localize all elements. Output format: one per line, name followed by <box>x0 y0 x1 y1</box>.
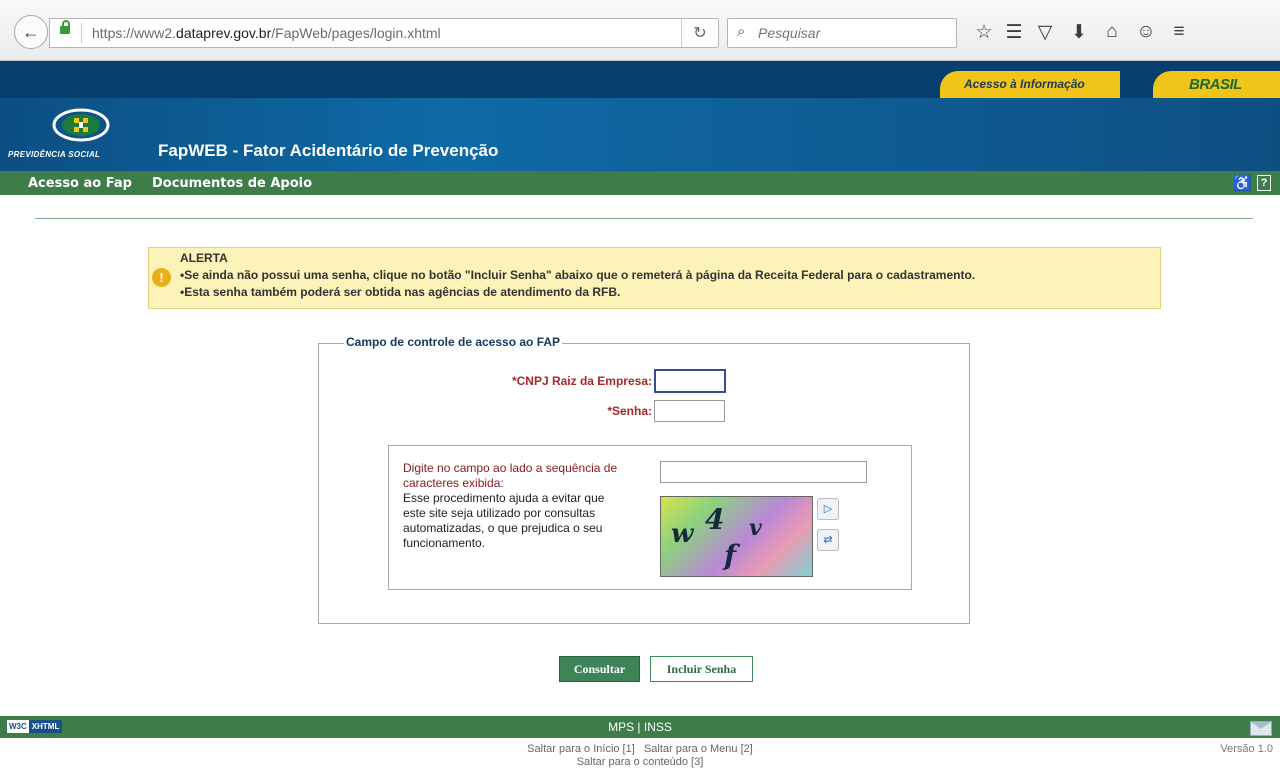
previdencia-logo-icon <box>52 108 110 142</box>
app-title: FapWEB - Fator Acidentário de Prevenção <box>158 141 499 160</box>
captcha-instruction: Digite no campo ao lado a sequência de c… <box>403 461 618 490</box>
fieldset-legend: Campo de controle de acesso ao FAP <box>344 335 563 349</box>
reload-button[interactable]: ↻ <box>681 19 718 47</box>
captcha-char-2: 4 <box>705 503 725 536</box>
address-bar[interactable]: https://www2.dataprev.gov.br/FapWeb/page… <box>49 18 719 48</box>
menu-item-acesso-fap[interactable]: Acesso ao Fap <box>28 176 132 191</box>
skip-to-menu-link[interactable]: Saltar para o Menu [2] <box>644 743 753 755</box>
captcha-char-3: f <box>724 539 737 572</box>
cnpj-label: *CNPJ Raiz da Empresa: <box>511 374 652 388</box>
divider <box>35 218 1253 219</box>
consultar-button[interactable]: Consultar <box>559 656 640 682</box>
url-path: /FapWeb/pages/login.xhtml <box>271 25 441 41</box>
url-prefix: https://www2. <box>92 25 177 41</box>
refresh-icon: ⇄ <box>823 534 833 546</box>
browser-toolbar: ← https://www2.dataprev.gov.br/FapWeb/pa… <box>0 0 1280 61</box>
accessibility-icon[interactable]: ♿ <box>1233 174 1252 192</box>
brasil-link[interactable]: BRASIL <box>1153 71 1280 98</box>
browser-search-box[interactable]: ⌕ <box>727 18 957 48</box>
alert-title: ALERTA <box>180 251 228 265</box>
footer-mps-inss: MPS | INSS <box>608 720 672 734</box>
captcha-char-4: v <box>749 515 762 541</box>
alert-line-1: •Se ainda não possui uma senha, clique n… <box>180 268 976 282</box>
home-icon[interactable]: ⌂ <box>1099 20 1125 44</box>
captcha-image: w 4 f v <box>660 496 813 577</box>
captcha-explanation: Esse procedimento ajuda a evitar que est… <box>403 491 605 550</box>
footer-bar: W3C XHTML MPS | INSS <box>0 716 1280 738</box>
url-text[interactable]: https://www2.dataprev.gov.br/FapWeb/page… <box>92 25 441 41</box>
search-icon: ⌕ <box>737 23 746 40</box>
logo-text: PREVIDÊNCIA SOCIAL <box>8 150 101 159</box>
browser-search-input[interactable] <box>756 23 950 43</box>
warning-icon: ! <box>152 268 171 287</box>
senha-label: *Senha: <box>607 404 652 418</box>
reload-icon: ↻ <box>693 25 707 42</box>
captcha-refresh-button[interactable]: ⇄ <box>817 529 839 551</box>
lock-icon <box>60 20 70 34</box>
incluir-senha-button[interactable]: Incluir Senha <box>650 656 753 682</box>
reading-list-icon[interactable]: ☰ <box>1001 20 1027 44</box>
alert-box: ! ALERTA •Se ainda não possui uma senha,… <box>148 247 1161 309</box>
url-domain: dataprev.gov.br <box>176 25 272 41</box>
senha-input[interactable] <box>654 400 725 422</box>
skip-links: Saltar para o Início [1] Saltar para o M… <box>0 743 1280 769</box>
menu-item-documentos-apoio[interactable]: Documentos de Apoio <box>152 176 312 191</box>
speaker-icon: ▷ <box>823 503 833 515</box>
hamburger-menu-icon[interactable]: ≡ <box>1166 20 1192 44</box>
acesso-informacao-link[interactable]: Acesso à Informação <box>940 71 1120 98</box>
alert-line-2: •Esta senha também poderá ser obtida nas… <box>180 285 621 299</box>
captcha-char-1: w <box>671 519 694 549</box>
main-menu: Acesso ao Fap Documentos de Apoio ♿ ? <box>0 171 1280 195</box>
pocket-icon[interactable]: ▽ <box>1032 20 1058 44</box>
arrow-left-icon: ← <box>22 21 40 42</box>
chat-icon[interactable]: ☺ <box>1133 20 1159 44</box>
skip-to-start-link[interactable]: Saltar para o Início [1] <box>527 743 635 755</box>
version-label: Versão 1.0 <box>1220 743 1273 755</box>
cnpj-input[interactable] <box>654 369 726 393</box>
brasil-label: BRASIL <box>1189 76 1242 93</box>
mail-icon[interactable] <box>1250 721 1272 736</box>
bookmark-star-icon[interactable]: ☆ <box>971 20 997 44</box>
skip-to-content-link[interactable]: Saltar para o conteúdo [3] <box>577 756 704 768</box>
captcha-input[interactable] <box>660 461 867 483</box>
captcha-text: Digite no campo ao lado a sequência de c… <box>403 461 643 551</box>
acesso-informacao-label: Acesso à Informação <box>964 77 1085 91</box>
back-button[interactable]: ← <box>14 15 48 49</box>
captcha-audio-button[interactable]: ▷ <box>817 498 839 520</box>
address-divider <box>81 23 82 43</box>
help-icon[interactable]: ? <box>1257 175 1271 191</box>
download-icon[interactable]: ⬇ <box>1066 20 1092 44</box>
